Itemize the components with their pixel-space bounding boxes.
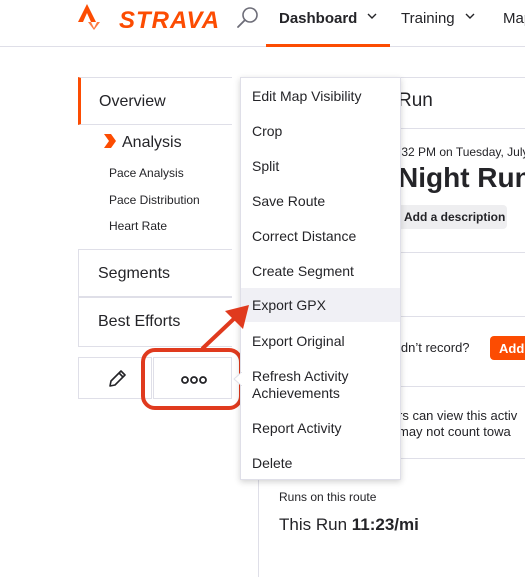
search-icon[interactable] bbox=[236, 6, 260, 30]
activity-header-title: Run bbox=[398, 90, 433, 111]
sidebar-item-label: Overview bbox=[99, 93, 166, 110]
menu-item-create-segment[interactable]: Create Segment bbox=[241, 263, 400, 280]
more-actions-button[interactable] bbox=[153, 357, 232, 399]
menu-item-refresh-activity-achievements[interactable]: Refresh Activity Achievements bbox=[241, 368, 400, 402]
divider bbox=[398, 128, 525, 129]
menu-item-delete[interactable]: Delete bbox=[241, 455, 400, 472]
sidebar-subitem-pace-distribution[interactable]: Pace Distribution bbox=[109, 193, 200, 207]
chevron-down-icon bbox=[367, 13, 377, 19]
nav-training-label: Training bbox=[401, 10, 455, 27]
menu-item-label: Achievements bbox=[252, 385, 340, 401]
privacy-note-line: rs can view this activ bbox=[398, 408, 518, 423]
strava-logo-icon[interactable] bbox=[78, 4, 100, 30]
menu-item-correct-distance[interactable]: Correct Distance bbox=[241, 228, 400, 245]
menu-pointer-caret bbox=[233, 372, 242, 386]
this-run-label: This Run bbox=[279, 515, 348, 534]
more-actions-menu: Edit Map Visibility Crop Split Save Rout… bbox=[240, 77, 401, 480]
divider bbox=[398, 316, 525, 317]
privacy-note-line: may not count towa bbox=[398, 424, 511, 439]
nav-maps[interactable]: Map bbox=[503, 10, 525, 27]
menu-item-save-route[interactable]: Save Route bbox=[241, 193, 400, 210]
menu-item-report-activity[interactable]: Report Activity bbox=[241, 420, 400, 437]
nav-dashboard[interactable]: Dashboard bbox=[279, 10, 377, 27]
this-run-pace: This Run 11:23/mi bbox=[279, 515, 419, 535]
divider bbox=[398, 252, 525, 253]
sidebar-subitem-pace-analysis[interactable]: Pace Analysis bbox=[109, 166, 184, 180]
didnt-record-text: idn’t record? bbox=[398, 340, 470, 355]
sidebar-item-segments[interactable]: Segments bbox=[78, 249, 232, 297]
sidebar-item-overview[interactable]: Overview bbox=[78, 77, 232, 125]
pencil-icon bbox=[109, 370, 126, 387]
sidebar-item-label: Analysis bbox=[122, 134, 182, 151]
nav-active-indicator bbox=[266, 44, 390, 47]
top-nav: STRAVA Dashboard Training Map bbox=[0, 0, 525, 47]
menu-item-export-original[interactable]: Export Original bbox=[241, 333, 400, 350]
menu-item-crop[interactable]: Crop bbox=[241, 123, 400, 140]
nav-training[interactable]: Training bbox=[401, 10, 475, 27]
divider bbox=[398, 386, 525, 387]
activity-date: :32 PM on Tuesday, July bbox=[398, 145, 525, 159]
menu-item-label: Refresh Activity bbox=[252, 368, 349, 384]
add-description-button[interactable]: Add a description bbox=[396, 205, 507, 229]
active-marker-icon bbox=[104, 134, 116, 148]
ellipsis-icon bbox=[181, 376, 207, 384]
sidebar-item-label: Best Efforts bbox=[98, 313, 181, 330]
menu-item-split[interactable]: Split bbox=[241, 158, 400, 175]
runs-on-route-label: Runs on this route bbox=[279, 490, 377, 504]
edit-activity-button[interactable] bbox=[78, 357, 152, 399]
add-button[interactable]: Add bbox=[490, 336, 525, 360]
sidebar-subitem-heart-rate[interactable]: Heart Rate bbox=[109, 219, 167, 233]
nav-maps-label: Map bbox=[503, 10, 525, 27]
menu-item-edit-map-visibility[interactable]: Edit Map Visibility bbox=[241, 88, 400, 105]
sidebar-item-analysis[interactable]: Analysis bbox=[104, 134, 182, 152]
chevron-down-icon bbox=[465, 13, 475, 19]
this-run-pace-value: 11:23/mi bbox=[351, 515, 419, 534]
activity-name[interactable]: Night Run bbox=[398, 162, 525, 194]
sidebar-item-label: Segments bbox=[98, 265, 171, 282]
nav-dashboard-label: Dashboard bbox=[279, 10, 358, 27]
strava-logo-text[interactable]: STRAVA bbox=[119, 7, 220, 35]
menu-item-export-gpx[interactable]: Export GPX bbox=[241, 288, 400, 322]
sidebar-item-best-efforts[interactable]: Best Efforts bbox=[78, 297, 232, 347]
